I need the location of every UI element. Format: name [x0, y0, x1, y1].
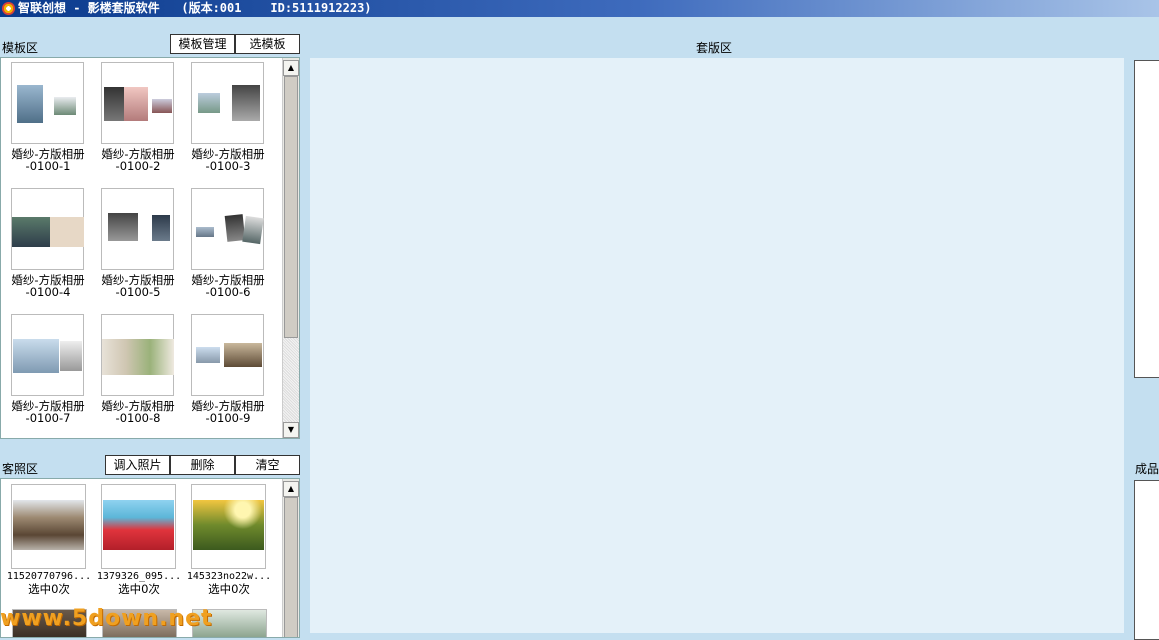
layout-canvas[interactable]: [310, 58, 1124, 633]
template-code: -0100-1: [25, 159, 71, 173]
template-code: -0100-7: [25, 411, 71, 425]
template-code: -0100-4: [25, 285, 71, 299]
scroll-up-icon[interactable]: ▲: [283, 481, 299, 497]
template-thumbnail: [11, 314, 84, 396]
template-thumbnail: [101, 188, 174, 270]
template-thumbnail: [191, 314, 264, 396]
template-thumbnail: [191, 62, 264, 144]
photo-item[interactable]: 1379326_095... 选中0次: [95, 484, 183, 595]
template-thumbnail: [101, 62, 174, 144]
template-code: -0100-6: [205, 285, 251, 299]
template-manage-button[interactable]: 模板管理: [170, 34, 235, 54]
template-item[interactable]: 婚纱-方版相册 -0100-3: [184, 62, 272, 172]
photo-item[interactable]: 145323no22w... 选中0次: [185, 484, 273, 595]
template-list[interactable]: 婚纱-方版相册 -0100-1 婚纱-方版相册 -0100-2 婚纱-方版相册 -01…: [0, 57, 300, 439]
client-area-label: 客照区: [2, 462, 39, 476]
template-item[interactable]: 婚纱-方版相册 -0100-7: [4, 314, 92, 424]
photo-select-count: 选中0次: [208, 582, 250, 596]
preview-panel[interactable]: [1134, 60, 1159, 378]
template-code: -0100-5: [115, 285, 161, 299]
window-title: 智联创想 - 影楼套版软件 (版本:001 ID:5111912223): [18, 1, 372, 15]
template-code: -0100-3: [205, 159, 251, 173]
template-scrollbar[interactable]: ▲ ▼: [282, 58, 299, 438]
title-bar: 智联创想 - 影楼套版软件 (版本:001 ID:5111912223): [0, 0, 1159, 17]
result-panel[interactable]: [1134, 480, 1159, 640]
clear-button[interactable]: 清空: [235, 455, 300, 475]
template-item[interactable]: 婚纱-方版相册 -0100-6: [184, 188, 272, 298]
template-item[interactable]: 婚纱-方版相册 -0100-2: [94, 62, 182, 172]
template-thumbnail: [11, 62, 84, 144]
template-area-label: 模板区: [2, 41, 39, 55]
photo-thumbnail: [11, 484, 86, 569]
template-code: -0100-9: [205, 411, 251, 425]
template-item[interactable]: 婚纱-方版相册 -0100-8: [94, 314, 182, 424]
template-item[interactable]: 婚纱-方版相册 -0100-1: [4, 62, 92, 172]
photo-scrollbar[interactable]: ▲: [282, 479, 299, 637]
template-item[interactable]: 婚纱-方版相册 -0100-4: [4, 188, 92, 298]
template-thumbnail: [11, 188, 84, 270]
delete-button[interactable]: 删除: [170, 455, 235, 475]
photo-select-count: 选中0次: [28, 582, 70, 596]
app-logo-icon: [2, 2, 15, 15]
scroll-thumb[interactable]: [284, 497, 298, 637]
template-thumbnail: [191, 188, 264, 270]
template-item[interactable]: 婚纱-方版相册 -0100-9: [184, 314, 272, 424]
scroll-track: [283, 338, 299, 422]
photo-item[interactable]: 11520770796... 选中0次: [5, 484, 93, 595]
watermark-text: www.5down.net: [0, 606, 213, 631]
template-thumbnail: [101, 314, 174, 396]
template-code: -0100-8: [115, 411, 161, 425]
result-area-label: 成品: [1135, 462, 1159, 476]
layout-area-label: 套版区: [696, 41, 733, 55]
photo-thumbnail: [191, 484, 266, 569]
photo-select-count: 选中0次: [118, 582, 160, 596]
scroll-down-icon[interactable]: ▼: [283, 422, 299, 438]
template-code: -0100-2: [115, 159, 161, 173]
scroll-thumb[interactable]: [284, 76, 298, 338]
template-item[interactable]: 婚纱-方版相册 -0100-5: [94, 188, 182, 298]
photo-thumbnail: [101, 484, 176, 569]
scroll-up-icon[interactable]: ▲: [283, 60, 299, 76]
select-template-button[interactable]: 选模板: [235, 34, 300, 54]
import-photos-button[interactable]: 调入照片: [105, 455, 170, 475]
